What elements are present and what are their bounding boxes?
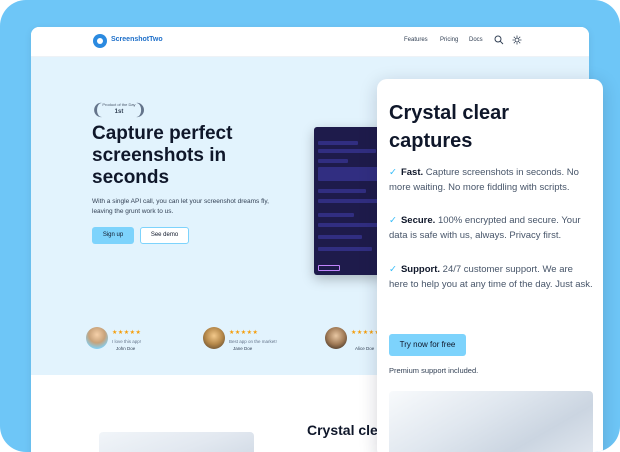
sun-icon[interactable] (512, 35, 522, 45)
preview-row (318, 199, 378, 203)
avatar (86, 327, 108, 349)
feature-lead: Fast. (400, 167, 424, 178)
star-rating: ★★★★★ (229, 330, 259, 336)
hero-headline: Capture perfect screenshots in seconds (92, 123, 233, 188)
feature-lead: Secure. (400, 215, 436, 226)
avatar (203, 327, 225, 349)
preview-button (318, 265, 340, 271)
top-nav: ScreenshotTwo Features Pricing Docs (31, 27, 589, 57)
preview-row (318, 235, 362, 239)
preview-row (318, 223, 378, 227)
try-now-button[interactable]: Try now for free (389, 334, 466, 356)
preview-row (318, 149, 376, 153)
feature-lead: Support. (400, 264, 441, 275)
preview-row (318, 167, 378, 181)
review-author: Alice Doe (355, 346, 375, 351)
hero-subtext: With a single API call, you can let your… (92, 198, 269, 215)
preview-row (318, 189, 366, 193)
brand-name[interactable]: ScreenshotTwo (111, 36, 163, 43)
review-author: Jane Doe (233, 346, 253, 351)
star-rating: ★★★★★ (112, 330, 142, 336)
logo-icon[interactable] (93, 34, 107, 48)
laurel-right-icon: ❩ (133, 102, 147, 119)
premium-support-note: Premium support included. (389, 366, 479, 375)
search-icon[interactable] (494, 35, 504, 45)
app-preview-panel (314, 127, 384, 275)
nav-link-features[interactable]: Features (404, 37, 428, 43)
preview-row (318, 159, 348, 163)
product-of-day-badge: ❨ Product of the Day 1st ❩ (91, 98, 147, 122)
review-author: John Doe (116, 346, 136, 351)
check-icon: ✓ (389, 264, 397, 275)
card-title: Crystal clear captures (389, 102, 510, 152)
feature-item-fast: ✓ Fast. Capture screenshots in seconds. N… (389, 165, 594, 195)
sign-up-button[interactable]: Sign up (92, 227, 134, 244)
preview-row (318, 247, 372, 251)
preview-row (318, 141, 358, 145)
feature-card: Crystal clear captures ✓ Fast. Capture sc… (377, 79, 603, 452)
nav-link-docs[interactable]: Docs (469, 37, 483, 43)
nav-link-pricing[interactable]: Pricing (440, 37, 458, 43)
avatar (325, 327, 347, 349)
feature-item-secure: ✓ Secure. 100% encrypted and secure. Your… (389, 213, 594, 243)
star-rating: ★★★★★ (351, 330, 381, 336)
card-screenshot (389, 391, 593, 452)
review-quote: Best app on the market! (229, 339, 277, 344)
preview-row (318, 213, 354, 217)
section-title: Crystal cle (307, 422, 378, 438)
background-frame: ScreenshotTwo Features Pricing Docs ❨ Pr… (0, 0, 620, 452)
see-demo-button[interactable]: See demo (140, 227, 189, 244)
check-icon: ✓ (389, 167, 397, 178)
feature-screenshot (99, 432, 254, 452)
review-quote: I love this app! (112, 339, 142, 344)
check-icon: ✓ (389, 215, 397, 226)
feature-item-support: ✓ Support. 24/7 customer support. We are … (389, 262, 594, 292)
